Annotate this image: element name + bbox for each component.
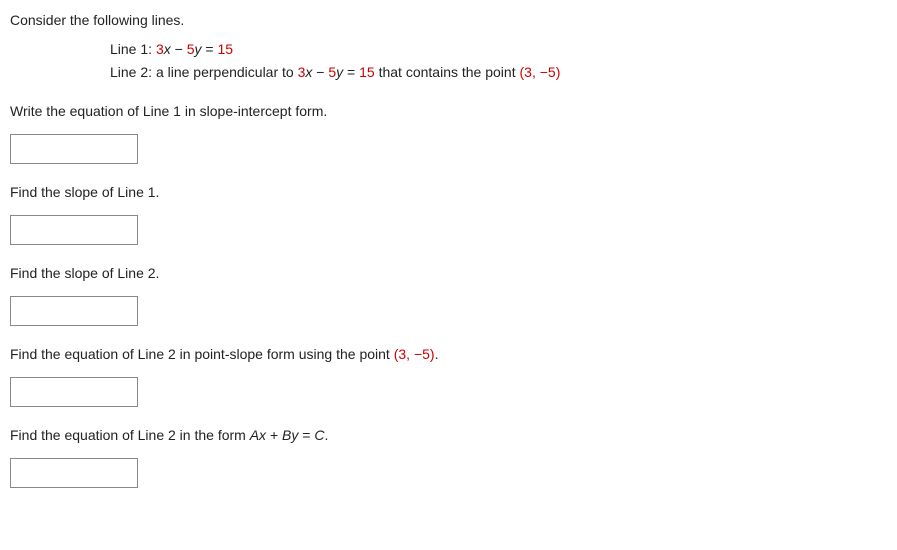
q4-pre: Find the equation of Line 2 in point-slo… bbox=[10, 346, 394, 362]
question1: Write the equation of Line 1 in slope-in… bbox=[10, 101, 887, 122]
question4: Find the equation of Line 2 in point-slo… bbox=[10, 344, 887, 365]
line2-pt-close: ) bbox=[556, 64, 561, 80]
line1-var2: y bbox=[195, 41, 202, 57]
answer4-input[interactable] bbox=[10, 377, 138, 407]
q5-c: C bbox=[314, 427, 324, 443]
line1-label: Line 1: bbox=[110, 41, 156, 57]
answer1-input[interactable] bbox=[10, 134, 138, 164]
line1-op: − bbox=[171, 41, 187, 57]
question2: Find the slope of Line 1. bbox=[10, 182, 887, 203]
line2-text-a: a line perpendicular to bbox=[156, 64, 298, 80]
question5: Find the equation of Line 2 in the form … bbox=[10, 425, 887, 446]
answer5-input[interactable] bbox=[10, 458, 138, 488]
question3: Find the slope of Line 2. bbox=[10, 263, 887, 284]
answer2-input[interactable] bbox=[10, 215, 138, 245]
q5-pre: Find the equation of Line 2 in the form bbox=[10, 427, 250, 443]
line2-label: Line 2: bbox=[110, 64, 156, 80]
line2-pt-y: −5 bbox=[540, 64, 556, 80]
line2-pt-x: 3 bbox=[524, 64, 532, 80]
line1-var1: x bbox=[164, 41, 171, 57]
line1-coeff1: 3 bbox=[156, 41, 164, 57]
line2-coeff2: 5 bbox=[328, 64, 336, 80]
line2-op: − bbox=[312, 64, 328, 80]
q5-by: By bbox=[282, 427, 298, 443]
q4-pt-sep: , bbox=[406, 346, 414, 362]
line2-equals: = bbox=[343, 64, 359, 80]
line2-pt-sep: , bbox=[532, 64, 540, 80]
q4-end: . bbox=[435, 346, 439, 362]
q4-pt-x: 3 bbox=[398, 346, 406, 362]
q4-pt-y: −5 bbox=[414, 346, 430, 362]
line1-coeff2: 5 bbox=[187, 41, 195, 57]
line1-definition: Line 1: 3x − 5y = 15 bbox=[110, 39, 887, 60]
intro-text: Consider the following lines. bbox=[10, 10, 887, 31]
answer3-input[interactable] bbox=[10, 296, 138, 326]
q5-end: . bbox=[324, 427, 328, 443]
line2-text-b: that contains the point bbox=[375, 64, 520, 80]
line1-equals: = bbox=[202, 41, 218, 57]
q5-eqs: = bbox=[298, 427, 314, 443]
line2-rhs: 15 bbox=[359, 64, 375, 80]
line1-rhs: 15 bbox=[217, 41, 233, 57]
line2-definition: Line 2: a line perpendicular to 3x − 5y … bbox=[110, 62, 887, 83]
q5-plus: + bbox=[266, 427, 282, 443]
q5-ax: Ax bbox=[250, 427, 266, 443]
